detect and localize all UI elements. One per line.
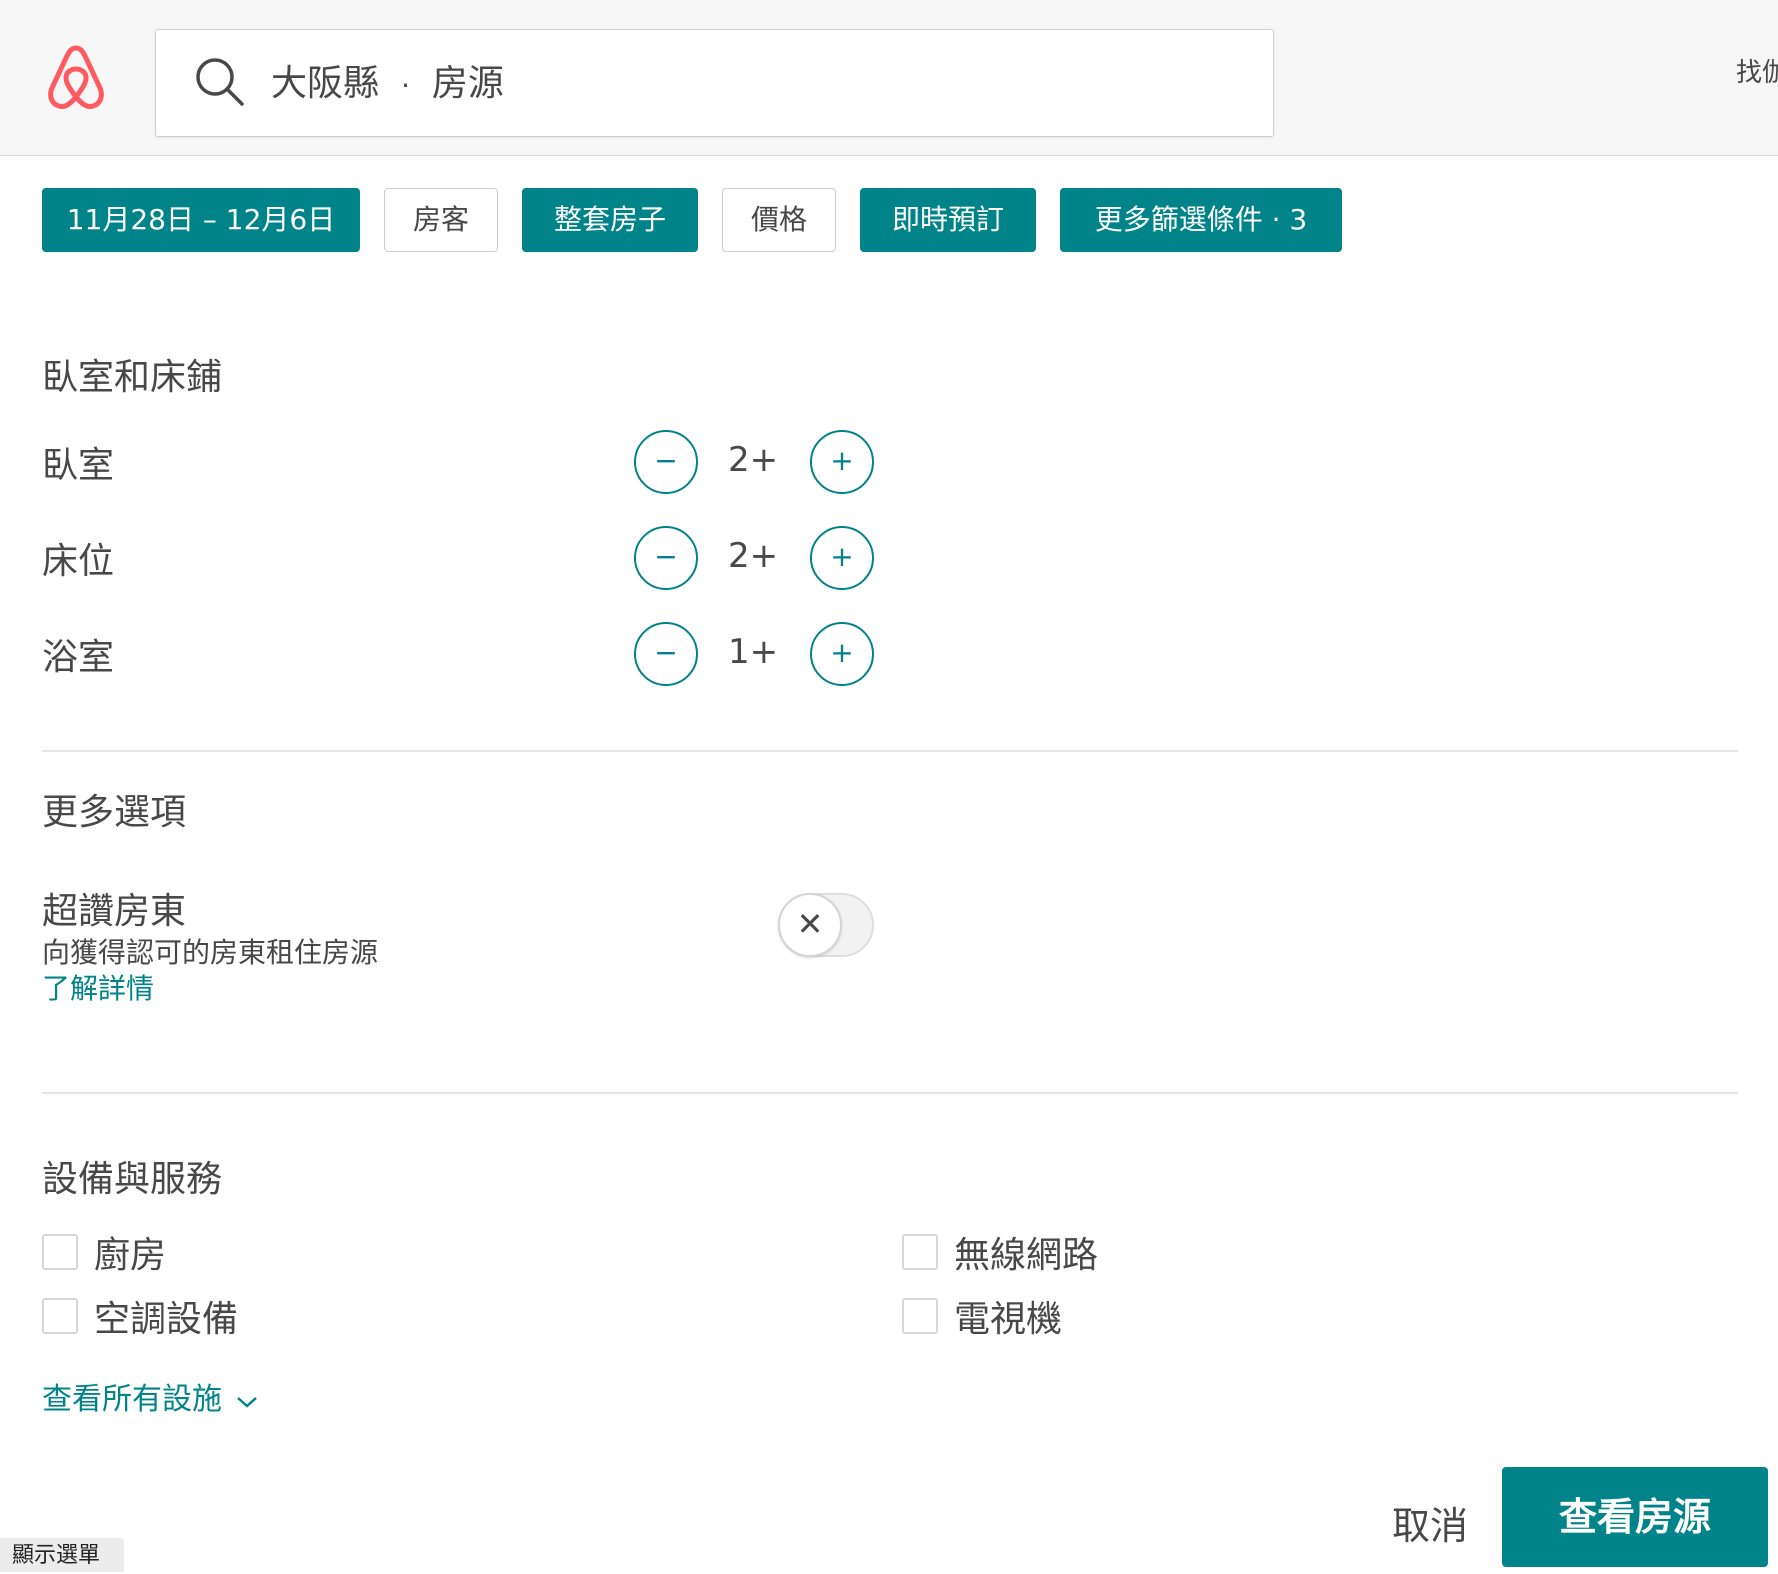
amenities-title: 設備與服務 [42,1159,223,1200]
filter-dates[interactable]: 11月28日 – 12月6日 [42,188,360,252]
filter-entire-home[interactable]: 整套房子 [522,188,698,252]
amenity-label: 空調設備 [94,1299,239,1340]
beds-decrement-button[interactable]: − [634,526,698,590]
search-location: 大阪縣 [271,63,380,104]
superhost-subtitle: 向獲得認可的房東租住房源 [42,936,379,969]
more-options-title: 更多選項 [42,792,187,833]
filter-instant-book[interactable]: 即時預訂 [860,188,1036,252]
learn-more-link[interactable]: 了解詳情 [42,967,154,1007]
beds-label: 床位 [42,541,115,582]
bathrooms-value: 1+ [727,632,779,672]
search-type: 房源 [431,63,504,104]
search-query: 大阪縣 · 房源 [271,58,504,112]
superhost-title: 超讚房東 [42,891,187,932]
header-nav-link[interactable]: 找伽 [1736,52,1778,89]
header: 大阪縣 · 房源 找伽 [0,0,1778,156]
beds-value: 2+ [727,536,779,576]
checkbox[interactable] [902,1234,938,1270]
divider [42,750,1738,752]
checkbox[interactable] [42,1298,78,1334]
bathrooms-increment-button[interactable]: + [810,622,874,686]
bathrooms-decrement-button[interactable]: − [634,622,698,686]
bedrooms-label: 臥室 [42,445,115,486]
airbnb-logo-icon[interactable] [44,42,108,112]
bedrooms-increment-button[interactable]: + [810,430,874,494]
divider [42,1092,1738,1094]
close-icon: ✕ [778,893,842,957]
see-all-label: 查看所有設施 [42,1382,222,1417]
search-input[interactable]: 大阪縣 · 房源 [155,29,1274,137]
filter-more[interactable]: 更多篩選條件 · 3 [1060,188,1342,252]
amenity-label: 無線網路 [954,1235,1099,1276]
cancel-button[interactable]: 取消 [1392,1495,1468,1550]
filter-guests[interactable]: 房客 [384,188,498,252]
bathrooms-label: 浴室 [42,637,115,678]
filter-price[interactable]: 價格 [722,188,836,252]
checkbox[interactable] [42,1234,78,1270]
show-listings-button[interactable]: 查看房源 [1502,1467,1768,1567]
bedrooms-decrement-button[interactable]: − [634,430,698,494]
amenity-label: 廚房 [94,1235,167,1276]
chevron-down-icon [236,1390,258,1415]
search-icon [194,56,246,108]
bedrooms-value: 2+ [727,440,779,480]
beds-increment-button[interactable]: + [810,526,874,590]
search-separator: · [401,69,410,102]
show-menu-button[interactable]: 顯示選單 [0,1538,124,1572]
see-all-amenities-link[interactable]: 查看所有設施 [42,1374,258,1418]
checkbox[interactable] [902,1298,938,1334]
amenity-label: 電視機 [954,1299,1063,1340]
superhost-toggle[interactable]: ✕ [778,893,874,957]
rooms-section-title: 臥室和床鋪 [42,357,223,398]
